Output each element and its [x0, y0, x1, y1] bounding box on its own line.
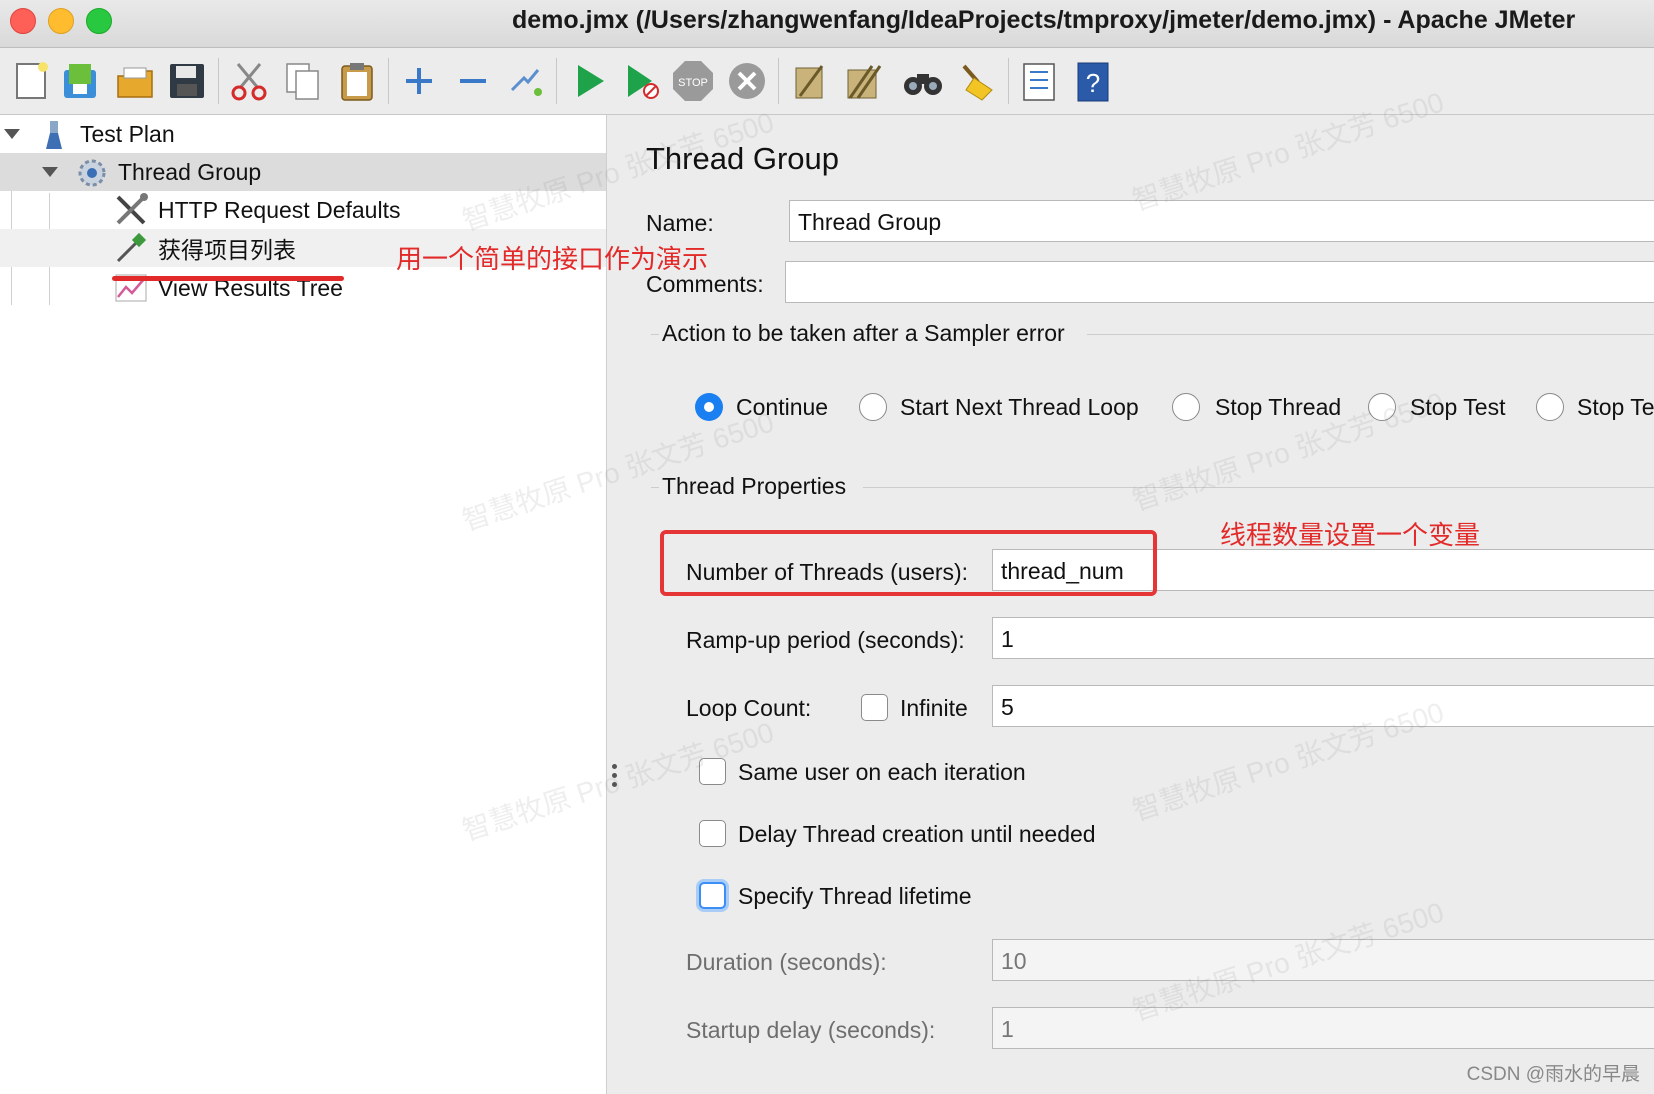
tools-icon [114, 193, 148, 232]
tree-item-label: 获得项目列表 [158, 237, 296, 263]
zoom-window-button[interactable] [86, 8, 112, 34]
paste-icon[interactable] [334, 58, 380, 104]
radio-stop-thread-label: Stop Thread [1215, 394, 1342, 420]
splitter-grip-dot [612, 773, 617, 778]
splitter-grip-dot [612, 782, 617, 787]
shutdown-icon[interactable] [724, 58, 770, 104]
reset-search-icon[interactable] [954, 58, 1000, 104]
annotation-threads-box [660, 530, 1157, 596]
chevron-down-icon[interactable] [42, 167, 58, 177]
sampler-error-group-label: Action to be taken after a Sampler error [662, 320, 1065, 346]
test-plan-icon [40, 119, 68, 156]
radio-stop-thread[interactable] [1172, 393, 1200, 421]
tree-item-label: Thread Group [118, 158, 262, 185]
rampup-field[interactable]: 1 [992, 617, 1654, 659]
thread-properties-group-label: Thread Properties [662, 473, 847, 499]
comments-field[interactable] [785, 261, 1654, 303]
search-icon[interactable] [900, 58, 946, 104]
tree-item-thread-group[interactable]: Thread Group [0, 153, 606, 191]
tree-item-label: Test Plan [80, 120, 175, 147]
toggle-icon[interactable] [502, 58, 548, 104]
copy-icon[interactable] [280, 58, 326, 104]
loop-count-field[interactable]: 5 [992, 685, 1654, 727]
startup-delay-field[interactable]: 1 [992, 1007, 1654, 1049]
specify-thread-lifetime-label: Specify Thread lifetime [738, 883, 972, 909]
title-bar: demo.jmx (/Users/zhangwenfang/IdeaProjec… [0, 0, 1654, 48]
tree-item-http-request-defaults[interactable]: HTTP Request Defaults [0, 191, 606, 229]
radio-stop-test-now-label: Stop Test Now [1577, 394, 1654, 420]
svg-text:STOP: STOP [678, 77, 708, 89]
same-user-label: Same user on each iteration [738, 759, 1026, 785]
toolbar: STOP ? [0, 48, 1654, 115]
window-title: demo.jmx (/Users/zhangwenfang/IdeaProjec… [512, 6, 1576, 34]
clear-icon[interactable] [786, 58, 832, 104]
radio-stop-test-now[interactable] [1536, 393, 1564, 421]
rampup-label: Ramp-up period (seconds): [686, 627, 965, 653]
annotation-underline [112, 276, 344, 281]
same-user-checkbox[interactable] [699, 758, 726, 785]
close-window-button[interactable] [10, 8, 36, 34]
thread-group-panel: Thread Group Name: Thread Group Comments… [625, 115, 1654, 1094]
function-helper-icon[interactable] [1016, 58, 1062, 104]
save-icon[interactable] [164, 58, 210, 104]
credit-text: CSDN @雨水的早晨 [1466, 1064, 1640, 1085]
new-icon[interactable] [8, 58, 54, 104]
duration-field[interactable]: 10 [992, 939, 1654, 981]
infinite-checkbox[interactable] [861, 694, 888, 721]
specify-thread-lifetime-checkbox[interactable] [699, 882, 726, 909]
annotation-threads-note: 线程数量设置一个变量 [1220, 520, 1481, 550]
tree-item-test-plan[interactable]: Test Plan [0, 115, 606, 153]
open-icon[interactable] [112, 58, 158, 104]
loop-count-label: Loop Count: [686, 695, 812, 721]
start-icon[interactable] [566, 58, 612, 104]
startup-delay-label: Startup delay (seconds): [686, 1017, 936, 1043]
radio-stop-test[interactable] [1368, 393, 1396, 421]
gear-icon [76, 157, 108, 194]
chevron-down-icon[interactable] [4, 129, 20, 139]
cut-icon[interactable] [226, 58, 272, 104]
expand-icon[interactable] [396, 58, 442, 104]
pipette-icon [114, 231, 148, 270]
splitter-grip-dot [612, 764, 617, 769]
panel-heading: Thread Group [646, 141, 839, 176]
delay-thread-creation-checkbox[interactable] [699, 820, 726, 847]
delay-thread-creation-label: Delay Thread creation until needed [738, 821, 1096, 847]
radio-stop-test-label: Stop Test [1410, 394, 1506, 420]
infinite-label: Infinite [900, 695, 968, 721]
start-no-pause-icon[interactable] [618, 58, 664, 104]
minimize-window-button[interactable] [48, 8, 74, 34]
stop-icon[interactable]: STOP [670, 58, 716, 104]
radio-continue[interactable] [695, 393, 723, 421]
annotation-tree-note: 用一个简单的接口作为演示 [396, 244, 709, 274]
tree-item-label: HTTP Request Defaults [158, 196, 401, 223]
radio-continue-label: Continue [736, 394, 829, 420]
name-label: Name: [646, 210, 714, 236]
help-icon[interactable]: ? [1070, 58, 1116, 104]
radio-start-next-thread-loop-label: Start Next Thread Loop [900, 394, 1139, 420]
name-field[interactable]: Thread Group [789, 200, 1654, 242]
duration-label: Duration (seconds): [686, 949, 887, 975]
radio-start-next-thread-loop[interactable] [859, 393, 887, 421]
collapse-icon[interactable] [450, 58, 496, 104]
clear-all-icon[interactable] [840, 58, 886, 104]
svg-text:?: ? [1086, 68, 1100, 98]
templates-icon[interactable] [58, 58, 104, 104]
